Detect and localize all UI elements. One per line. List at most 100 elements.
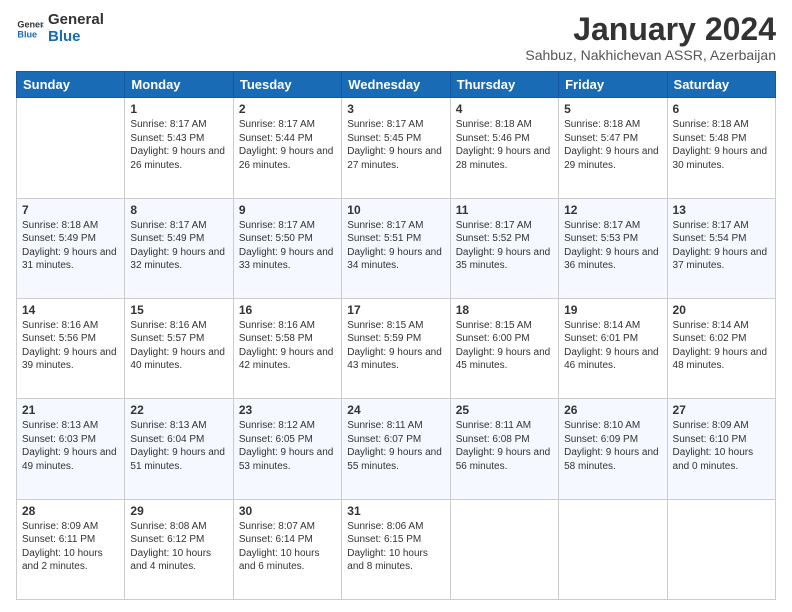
day-info: Sunrise: 8:09 AM Sunset: 6:11 PM Dayligh… <box>22 520 119 574</box>
day-number: 17 <box>347 303 444 317</box>
day-info: Sunrise: 8:18 AM Sunset: 5:47 PM Dayligh… <box>564 118 661 172</box>
table-row: 5 Sunrise: 8:18 AM Sunset: 5:47 PM Dayli… <box>559 98 667 198</box>
sunrise-label: Sunrise: 8:18 AM <box>456 119 532 130</box>
sunset-label: Sunset: 6:01 PM <box>564 333 638 344</box>
daylight-label: Daylight: 9 hours and 51 minutes. <box>130 447 225 472</box>
table-row <box>559 499 667 599</box>
day-number: 24 <box>347 403 444 417</box>
logo: General Blue General Blue <box>16 12 104 45</box>
sunset-label: Sunset: 5:58 PM <box>239 333 313 344</box>
table-row: 3 Sunrise: 8:17 AM Sunset: 5:45 PM Dayli… <box>342 98 450 198</box>
day-info: Sunrise: 8:17 AM Sunset: 5:53 PM Dayligh… <box>564 219 661 273</box>
sunset-label: Sunset: 6:15 PM <box>347 534 421 545</box>
day-number: 13 <box>673 203 770 217</box>
daylight-label: Daylight: 9 hours and 30 minutes. <box>673 146 768 171</box>
day-info: Sunrise: 8:11 AM Sunset: 6:08 PM Dayligh… <box>456 419 553 473</box>
sunset-label: Sunset: 6:14 PM <box>239 534 313 545</box>
table-row: 25 Sunrise: 8:11 AM Sunset: 6:08 PM Dayl… <box>450 399 558 499</box>
day-number: 31 <box>347 504 444 518</box>
table-row <box>667 499 775 599</box>
daylight-label: Daylight: 9 hours and 39 minutes. <box>22 347 117 372</box>
table-row: 7 Sunrise: 8:18 AM Sunset: 5:49 PM Dayli… <box>17 198 125 298</box>
day-info: Sunrise: 8:06 AM Sunset: 6:15 PM Dayligh… <box>347 520 444 574</box>
table-row: 12 Sunrise: 8:17 AM Sunset: 5:53 PM Dayl… <box>559 198 667 298</box>
table-row: 29 Sunrise: 8:08 AM Sunset: 6:12 PM Dayl… <box>125 499 233 599</box>
sunset-label: Sunset: 6:02 PM <box>673 333 747 344</box>
day-info: Sunrise: 8:15 AM Sunset: 6:00 PM Dayligh… <box>456 319 553 373</box>
table-row <box>450 499 558 599</box>
table-row: 20 Sunrise: 8:14 AM Sunset: 6:02 PM Dayl… <box>667 298 775 398</box>
sunset-label: Sunset: 5:45 PM <box>347 133 421 144</box>
day-number: 4 <box>456 102 553 116</box>
table-row: 26 Sunrise: 8:10 AM Sunset: 6:09 PM Dayl… <box>559 399 667 499</box>
sunset-label: Sunset: 6:05 PM <box>239 434 313 445</box>
table-row: 1 Sunrise: 8:17 AM Sunset: 5:43 PM Dayli… <box>125 98 233 198</box>
day-number: 8 <box>130 203 227 217</box>
sunset-label: Sunset: 6:12 PM <box>130 534 204 545</box>
sunset-label: Sunset: 5:48 PM <box>673 133 747 144</box>
sunrise-label: Sunrise: 8:17 AM <box>347 119 423 130</box>
sunset-label: Sunset: 5:47 PM <box>564 133 638 144</box>
svg-text:General: General <box>17 19 44 29</box>
table-row: 8 Sunrise: 8:17 AM Sunset: 5:49 PM Dayli… <box>125 198 233 298</box>
table-row: 11 Sunrise: 8:17 AM Sunset: 5:52 PM Dayl… <box>450 198 558 298</box>
sunset-label: Sunset: 5:57 PM <box>130 333 204 344</box>
daylight-label: Daylight: 10 hours and 4 minutes. <box>130 548 211 573</box>
sunset-label: Sunset: 5:51 PM <box>347 233 421 244</box>
sunrise-label: Sunrise: 8:16 AM <box>130 320 206 331</box>
daylight-label: Daylight: 9 hours and 40 minutes. <box>130 347 225 372</box>
calendar-week-row: 1 Sunrise: 8:17 AM Sunset: 5:43 PM Dayli… <box>17 98 776 198</box>
table-row: 27 Sunrise: 8:09 AM Sunset: 6:10 PM Dayl… <box>667 399 775 499</box>
sunrise-label: Sunrise: 8:17 AM <box>564 220 640 231</box>
day-info: Sunrise: 8:18 AM Sunset: 5:48 PM Dayligh… <box>673 118 770 172</box>
day-number: 16 <box>239 303 336 317</box>
day-number: 14 <box>22 303 119 317</box>
sunrise-label: Sunrise: 8:17 AM <box>347 220 423 231</box>
sunrise-label: Sunrise: 8:14 AM <box>673 320 749 331</box>
main-title: January 2024 <box>525 12 776 47</box>
day-info: Sunrise: 8:17 AM Sunset: 5:44 PM Dayligh… <box>239 118 336 172</box>
calendar-header-row: Sunday Monday Tuesday Wednesday Thursday… <box>17 72 776 98</box>
calendar-week-row: 7 Sunrise: 8:18 AM Sunset: 5:49 PM Dayli… <box>17 198 776 298</box>
sunset-label: Sunset: 5:44 PM <box>239 133 313 144</box>
daylight-label: Daylight: 9 hours and 55 minutes. <box>347 447 442 472</box>
table-row: 9 Sunrise: 8:17 AM Sunset: 5:50 PM Dayli… <box>233 198 341 298</box>
table-row: 24 Sunrise: 8:11 AM Sunset: 6:07 PM Dayl… <box>342 399 450 499</box>
sunrise-label: Sunrise: 8:13 AM <box>130 420 206 431</box>
sunrise-label: Sunrise: 8:17 AM <box>239 119 315 130</box>
col-sunday: Sunday <box>17 72 125 98</box>
col-tuesday: Tuesday <box>233 72 341 98</box>
table-row: 21 Sunrise: 8:13 AM Sunset: 6:03 PM Dayl… <box>17 399 125 499</box>
day-number: 26 <box>564 403 661 417</box>
daylight-label: Daylight: 9 hours and 26 minutes. <box>130 146 225 171</box>
calendar-table: Sunday Monday Tuesday Wednesday Thursday… <box>16 71 776 600</box>
sunrise-label: Sunrise: 8:18 AM <box>673 119 749 130</box>
sunset-label: Sunset: 5:54 PM <box>673 233 747 244</box>
day-number: 2 <box>239 102 336 116</box>
title-block: January 2024 Sahbuz, Nakhichevan ASSR, A… <box>525 12 776 63</box>
sunrise-label: Sunrise: 8:10 AM <box>564 420 640 431</box>
daylight-label: Daylight: 9 hours and 34 minutes. <box>347 247 442 272</box>
sunset-label: Sunset: 5:59 PM <box>347 333 421 344</box>
calendar-week-row: 14 Sunrise: 8:16 AM Sunset: 5:56 PM Dayl… <box>17 298 776 398</box>
sunrise-label: Sunrise: 8:08 AM <box>130 521 206 532</box>
sunset-label: Sunset: 5:49 PM <box>130 233 204 244</box>
col-wednesday: Wednesday <box>342 72 450 98</box>
page: General Blue General Blue January 2024 S… <box>0 0 792 612</box>
sunset-label: Sunset: 6:03 PM <box>22 434 96 445</box>
sunrise-label: Sunrise: 8:12 AM <box>239 420 315 431</box>
table-row: 28 Sunrise: 8:09 AM Sunset: 6:11 PM Dayl… <box>17 499 125 599</box>
table-row: 23 Sunrise: 8:12 AM Sunset: 6:05 PM Dayl… <box>233 399 341 499</box>
sunrise-label: Sunrise: 8:13 AM <box>22 420 98 431</box>
daylight-label: Daylight: 9 hours and 32 minutes. <box>130 247 225 272</box>
logo-blue: Blue <box>48 29 104 46</box>
logo-general: General <box>48 12 104 29</box>
day-number: 12 <box>564 203 661 217</box>
sunset-label: Sunset: 6:00 PM <box>456 333 530 344</box>
day-number: 15 <box>130 303 227 317</box>
daylight-label: Daylight: 10 hours and 2 minutes. <box>22 548 103 573</box>
daylight-label: Daylight: 9 hours and 42 minutes. <box>239 347 334 372</box>
sunrise-label: Sunrise: 8:11 AM <box>347 420 422 431</box>
sunrise-label: Sunrise: 8:16 AM <box>22 320 98 331</box>
sunrise-label: Sunrise: 8:06 AM <box>347 521 423 532</box>
